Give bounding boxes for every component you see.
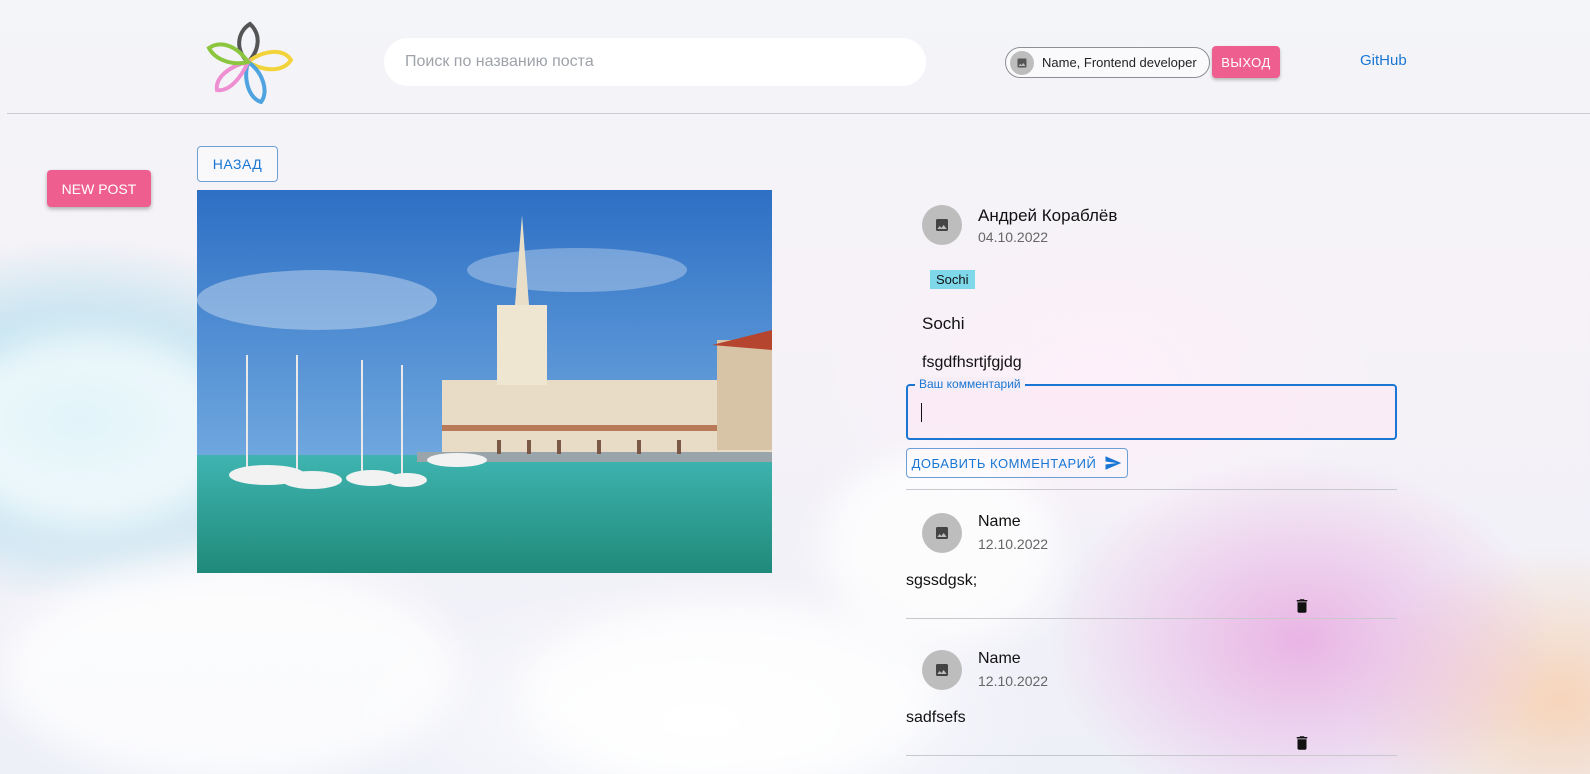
- comment-author: Name: [978, 650, 1021, 667]
- post-text: fsgdfhsrtjfgjdg: [922, 354, 1022, 371]
- image-icon: [936, 527, 948, 539]
- comment-text: sadfsefs: [906, 709, 966, 726]
- divider: [906, 755, 1397, 756]
- image-icon: [936, 664, 948, 676]
- github-link[interactable]: GitHub: [1360, 52, 1407, 69]
- logout-button[interactable]: ВЫХОД: [1212, 46, 1280, 78]
- post-title: Sochi: [922, 314, 965, 333]
- delete-comment-button[interactable]: [1290, 594, 1314, 618]
- comment-date: 12.10.2022: [978, 673, 1049, 689]
- comment-item: Name 12.10.2022 sadfsefs: [906, 627, 1397, 755]
- send-icon: [1105, 456, 1122, 470]
- trash-icon: [1296, 736, 1308, 750]
- comment-input[interactable]: [919, 398, 1379, 426]
- add-comment-label: ДОБАВИТЬ КОММЕНТАРИЙ: [911, 455, 1097, 471]
- text-cursor: [921, 403, 922, 422]
- post-tag: Sochi: [930, 270, 975, 289]
- top-header: Name, Frontend developer ВЫХОД GitHub: [7, 0, 1590, 114]
- post-image: [197, 190, 772, 573]
- trash-icon: [1296, 599, 1308, 613]
- image-icon: [1010, 50, 1034, 75]
- delete-comment-button[interactable]: [1290, 731, 1314, 755]
- user-chip[interactable]: Name, Frontend developer: [1005, 47, 1210, 78]
- image-icon: [936, 219, 948, 231]
- background-cloud: [0, 560, 460, 774]
- search-input[interactable]: [384, 38, 926, 86]
- divider: [906, 618, 1397, 619]
- comment-text: sgssdgsk;: [906, 572, 978, 589]
- comment-author: Name: [978, 513, 1021, 530]
- post-date: 04.10.2022: [978, 229, 1049, 245]
- back-button[interactable]: НАЗАД: [197, 146, 278, 182]
- comment-date: 12.10.2022: [978, 536, 1049, 552]
- comment-item: Name 12.10.2022 sgssdgsk;: [906, 490, 1397, 618]
- comment-avatar: [922, 513, 962, 553]
- add-comment-button[interactable]: ДОБАВИТЬ КОММЕНТАРИЙ: [906, 448, 1128, 478]
- logo: [205, 20, 295, 105]
- comment-avatar: [922, 650, 962, 690]
- new-post-button[interactable]: NEW POST: [47, 170, 151, 207]
- comment-field-label: Ваш комментарий: [915, 377, 1025, 391]
- author-name: Андрей Кораблёв: [978, 206, 1118, 225]
- user-chip-label: Name, Frontend developer: [1042, 55, 1197, 70]
- author-avatar: [922, 205, 962, 245]
